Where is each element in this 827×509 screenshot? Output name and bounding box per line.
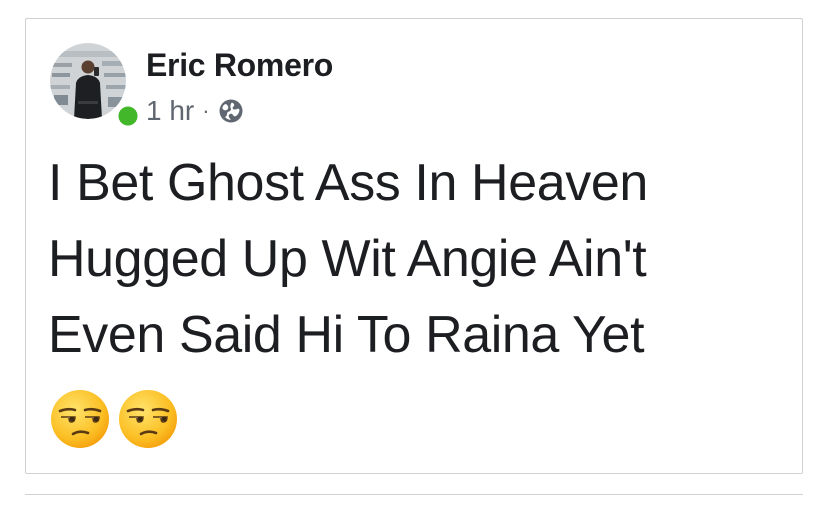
online-status-dot — [115, 103, 141, 129]
author-avatar[interactable] — [50, 43, 141, 129]
author-name[interactable]: Eric Romero — [146, 47, 333, 84]
unamused-face-icon — [119, 390, 177, 448]
post-meta: 1 hr · — [146, 91, 244, 131]
post-card: Eric Romero 1 hr · I Bet Ghost Ass In He… — [25, 18, 803, 474]
globe-icon[interactable] — [218, 98, 244, 124]
post-text-line: Even Said Hi To Raina Yet — [48, 306, 645, 364]
bottom-divider — [25, 494, 803, 495]
emoji-row — [48, 387, 180, 451]
post-timestamp[interactable]: 1 hr — [146, 95, 194, 127]
unamused-face-icon — [51, 390, 109, 448]
post-text-line: I Bet Ghost Ass In Heaven — [48, 154, 648, 212]
post-text-line: Hugged Up Wit Angie Ain't — [48, 230, 647, 288]
post-text: I Bet Ghost Ass In Heaven Hugged Up Wit … — [48, 145, 788, 373]
avatar-photo — [50, 43, 126, 119]
meta-separator: · — [202, 98, 210, 123]
